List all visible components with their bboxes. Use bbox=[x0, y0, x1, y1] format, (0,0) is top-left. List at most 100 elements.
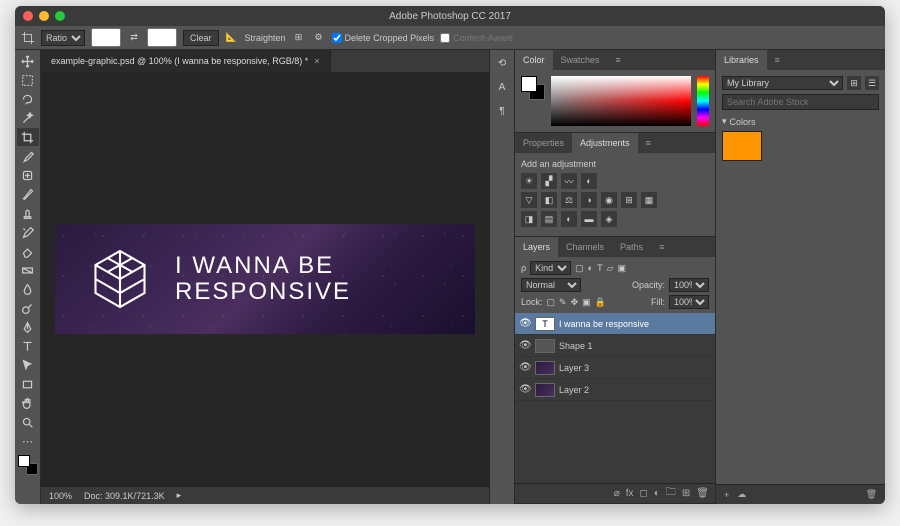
canvas[interactable]: I WANNA BE RESPONSIVE bbox=[41, 72, 489, 486]
library-select[interactable]: My Library bbox=[722, 76, 843, 90]
marquee-tool[interactable] bbox=[17, 71, 39, 89]
filter-pixel-icon[interactable]: ▢ bbox=[575, 263, 584, 274]
move-tool[interactable] bbox=[17, 52, 39, 70]
hand-tool[interactable] bbox=[17, 394, 39, 412]
new-group-icon[interactable]: 🗀 bbox=[666, 485, 676, 502]
clear-button[interactable]: Clear bbox=[183, 30, 219, 46]
layers-panel-menu-icon[interactable]: ≡ bbox=[651, 237, 672, 257]
character-panel-icon[interactable]: A bbox=[493, 78, 511, 96]
selective-color-adjustment-icon[interactable]: ◈ bbox=[601, 211, 617, 227]
rectangle-tool[interactable] bbox=[17, 375, 39, 393]
photo-filter-adjustment-icon[interactable]: ◉ bbox=[601, 192, 617, 208]
eraser-tool[interactable] bbox=[17, 242, 39, 260]
pen-tool[interactable] bbox=[17, 318, 39, 336]
ratio-height-input[interactable] bbox=[147, 28, 177, 47]
filter-shape-icon[interactable]: ▱ bbox=[607, 263, 614, 274]
foreground-background-colors[interactable] bbox=[18, 455, 38, 475]
close-window-button[interactable] bbox=[23, 11, 33, 21]
layer-mask-icon[interactable]: ◻ bbox=[640, 488, 648, 499]
zoom-tool[interactable] bbox=[17, 413, 39, 431]
color-field[interactable] bbox=[551, 76, 691, 126]
color-balance-adjustment-icon[interactable]: ⚖ bbox=[561, 192, 577, 208]
history-brush-tool[interactable] bbox=[17, 223, 39, 241]
type-tool[interactable] bbox=[17, 337, 39, 355]
libraries-tab[interactable]: Libraries bbox=[716, 50, 767, 70]
swatches-tab[interactable]: Swatches bbox=[553, 50, 608, 70]
blend-mode-select[interactable]: Normal bbox=[521, 278, 581, 292]
lasso-tool[interactable] bbox=[17, 90, 39, 108]
channel-mixer-adjustment-icon[interactable]: ⊞ bbox=[621, 192, 637, 208]
layer-item[interactable]: 👁 Layer 2 bbox=[515, 379, 715, 401]
status-menu-icon[interactable]: ▸ bbox=[177, 490, 182, 501]
minimize-window-button[interactable] bbox=[39, 11, 49, 21]
channels-tab[interactable]: Channels bbox=[558, 237, 612, 257]
add-content-icon[interactable]: + bbox=[724, 490, 729, 500]
opacity-input[interactable]: 100% bbox=[669, 278, 709, 292]
libraries-sync-icon[interactable]: ☁ bbox=[737, 489, 746, 500]
adjustments-panel-menu-icon[interactable]: ≡ bbox=[638, 133, 659, 153]
brush-tool[interactable] bbox=[17, 185, 39, 203]
color-panel-menu-icon[interactable]: ≡ bbox=[608, 50, 629, 70]
search-stock-input[interactable] bbox=[722, 94, 879, 110]
color-swatch[interactable] bbox=[722, 131, 762, 161]
lock-artboard-icon[interactable]: ▣ bbox=[582, 297, 591, 308]
link-layers-icon[interactable]: ⌀ bbox=[614, 488, 620, 499]
properties-tab[interactable]: Properties bbox=[515, 133, 572, 153]
straighten-icon[interactable]: 📐 bbox=[225, 31, 239, 45]
hue-slider[interactable] bbox=[697, 76, 709, 126]
history-panel-icon[interactable]: ⟲ bbox=[493, 54, 511, 72]
exposure-adjustment-icon[interactable]: ◐ bbox=[581, 173, 597, 189]
vibrance-adjustment-icon[interactable]: ▽ bbox=[521, 192, 537, 208]
new-layer-icon[interactable]: ⊞ bbox=[682, 488, 690, 499]
dodge-tool[interactable] bbox=[17, 299, 39, 317]
zoom-level[interactable]: 100% bbox=[49, 491, 72, 501]
layer-filter-select[interactable]: Kind bbox=[530, 261, 571, 275]
lock-all-icon[interactable]: 🔒 bbox=[595, 297, 606, 308]
layer-item[interactable]: 👁 Shape 1 bbox=[515, 335, 715, 357]
list-view-icon[interactable]: ☰ bbox=[865, 76, 879, 90]
threshold-adjustment-icon[interactable]: ◐ bbox=[561, 211, 577, 227]
grid-view-icon[interactable]: ⊞ bbox=[847, 76, 861, 90]
path-selection-tool[interactable] bbox=[17, 356, 39, 374]
visibility-toggle-icon[interactable]: 👁 bbox=[519, 384, 531, 395]
layers-tab[interactable]: Layers bbox=[515, 237, 558, 257]
colors-group-toggle[interactable]: ▾Colors bbox=[722, 116, 879, 127]
paths-tab[interactable]: Paths bbox=[612, 237, 651, 257]
delete-cropped-checkbox[interactable]: Delete Cropped Pixels bbox=[332, 33, 435, 43]
eyedropper-tool[interactable] bbox=[17, 147, 39, 165]
close-tab-icon[interactable]: × bbox=[314, 56, 319, 66]
filter-adjustment-icon[interactable]: ◐ bbox=[588, 263, 593, 273]
filter-type-icon[interactable]: T bbox=[597, 263, 603, 273]
adjustments-tab[interactable]: Adjustments bbox=[572, 133, 638, 153]
swap-dimensions-icon[interactable]: ⇄ bbox=[127, 31, 141, 45]
paragraph-panel-icon[interactable]: ¶ bbox=[493, 102, 511, 120]
magic-wand-tool[interactable] bbox=[17, 109, 39, 127]
hue-adjustment-icon[interactable]: ◧ bbox=[541, 192, 557, 208]
curves-adjustment-icon[interactable]: 〰 bbox=[561, 173, 577, 189]
blur-tool[interactable] bbox=[17, 280, 39, 298]
lock-pixels-icon[interactable]: ✎ bbox=[559, 297, 567, 308]
overlay-options-icon[interactable]: ⊞ bbox=[292, 31, 306, 45]
visibility-toggle-icon[interactable]: 👁 bbox=[519, 318, 531, 329]
lock-transparency-icon[interactable]: ▢ bbox=[547, 297, 556, 308]
clone-stamp-tool[interactable] bbox=[17, 204, 39, 222]
healing-brush-tool[interactable] bbox=[17, 166, 39, 184]
fill-input[interactable]: 100% bbox=[669, 295, 709, 309]
layer-item[interactable]: 👁 T I wanna be responsive bbox=[515, 313, 715, 335]
visibility-toggle-icon[interactable]: 👁 bbox=[519, 340, 531, 351]
bw-adjustment-icon[interactable]: ◑ bbox=[581, 192, 597, 208]
content-aware-checkbox[interactable]: Content-Aware bbox=[440, 33, 513, 43]
gradient-map-adjustment-icon[interactable]: ▬ bbox=[581, 211, 597, 227]
delete-asset-icon[interactable]: 🗑 bbox=[866, 489, 877, 500]
invert-adjustment-icon[interactable]: ◨ bbox=[521, 211, 537, 227]
edit-toolbar-button[interactable]: ⋯ bbox=[17, 432, 39, 450]
levels-adjustment-icon[interactable]: ▞ bbox=[541, 173, 557, 189]
gradient-tool[interactable] bbox=[17, 261, 39, 279]
layer-style-icon[interactable]: fx bbox=[626, 488, 634, 499]
delete-layer-icon[interactable]: 🗑 bbox=[696, 488, 709, 499]
crop-tool[interactable] bbox=[17, 128, 39, 146]
libraries-panel-menu-icon[interactable]: ≡ bbox=[767, 50, 788, 70]
color-lookup-adjustment-icon[interactable]: ▦ bbox=[641, 192, 657, 208]
document-tab[interactable]: example-graphic.psd @ 100% (I wanna be r… bbox=[41, 50, 331, 72]
posterize-adjustment-icon[interactable]: ▤ bbox=[541, 211, 557, 227]
